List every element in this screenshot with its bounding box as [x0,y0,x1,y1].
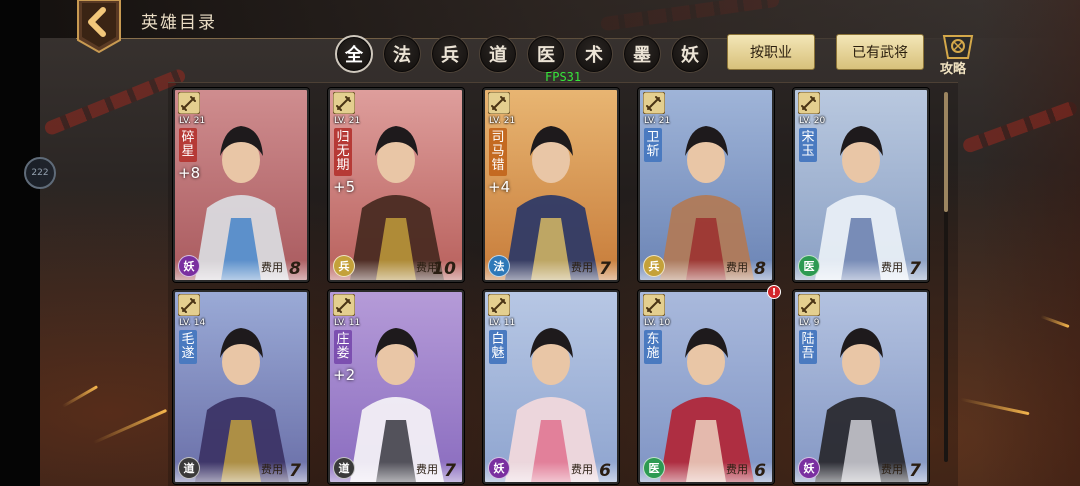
weapon-icon [333,294,355,316]
tab-mo[interactable]: 墨 [623,35,661,73]
faction-badge: 妖 [178,255,200,277]
back-arrow-icon [77,0,121,54]
floating-assist-bubble[interactable]: 222 [24,157,56,189]
cost-label: 费用 [416,463,438,476]
page-title: 英雄目录 [141,13,217,33]
cost-label: 费用 [881,261,903,274]
hero-cost: 7 [909,461,921,481]
left-safe-area [0,0,40,486]
hero-card[interactable]: LV. 21 碎星妖 费用 8 +8 [173,88,309,282]
ember-decoration [61,385,99,408]
tab-yi[interactable]: 医 [527,35,565,73]
cost-label: 费用 [261,261,283,274]
tab-yao[interactable]: 妖 [671,35,709,73]
hero-cost: 10 [432,259,456,279]
weapon-icon [333,92,355,114]
weapon-icon [643,92,665,114]
cost-label: 费用 [726,463,748,476]
hero-cost: 7 [444,461,456,481]
bubble-text: 222 [31,168,49,178]
hero-level: LV. 9 [799,318,820,328]
hero-card[interactable]: LV. 11 庄娄道 费用 7 +2 [328,290,464,484]
hero-name: 白魅 [489,330,507,364]
new-alert-badge: ! [767,285,781,299]
faction-badge: 医 [798,255,820,277]
tab-shu[interactable]: 术 [575,35,613,73]
hero-card[interactable]: LV. 21 归无期兵费用 10 +5 [328,88,464,282]
hero-name: 东施 [644,330,662,364]
hero-level: LV. 21 [644,116,671,126]
hero-cost: 6 [754,461,766,481]
ember-decoration [92,408,168,445]
owned-generals-button[interactable]: 已有武将 [836,34,924,70]
hero-card[interactable]: LV. 10 东施医 费用 6 [638,290,774,484]
faction-badge: 道 [333,457,355,479]
faction-badge: 法 [488,255,510,277]
hero-level: LV. 14 [179,318,206,328]
hero-level: LV. 10 [644,318,671,328]
cost-label: 费用 [726,261,748,274]
hero-cost: 8 [289,259,301,279]
hero-star-bonus: +5 [333,178,356,196]
hero-cost: 7 [289,461,301,481]
chain-decoration [42,67,188,137]
hero-level: LV. 20 [799,116,826,126]
hero-cost: 6 [599,461,611,481]
cost-label: 费用 [261,463,283,476]
weapon-icon [798,92,820,114]
faction-badge: 妖 [798,457,820,479]
hero-card[interactable]: LV. 9 陆吾妖 费用 7 [793,290,929,484]
hero-grid-scroll-thumb[interactable] [944,92,948,212]
cost-label: 费用 [571,463,593,476]
strategy-label: 攻略 [940,62,967,77]
hero-name: 卫斩 [644,128,662,162]
hero-name: 宋玉 [799,128,817,162]
sort-by-profession-button[interactable]: 按职业 [727,34,815,70]
weapon-icon [178,294,200,316]
hero-cost: 7 [909,259,921,279]
tab-all[interactable]: 全 [335,35,373,73]
hero-level: LV. 21 [334,116,361,126]
faction-badge: 兵 [643,255,665,277]
faction-badge: 道 [178,457,200,479]
hero-name: 碎星 [179,128,197,162]
tab-fa[interactable]: 法 [383,35,421,73]
weapon-icon [643,294,665,316]
faction-badge: 妖 [488,457,510,479]
hero-card[interactable]: LV. 20 宋玉医 费用 7 [793,88,929,282]
hero-card[interactable]: LV. 11 白魅妖 费用 6 [483,290,619,484]
cost-label: 费用 [881,463,903,476]
faction-badge: 医 [643,457,665,479]
right-backdrop [980,0,1080,486]
hero-card[interactable]: LV. 21 司马错法 费用 7 +4 [483,88,619,282]
hero-name: 庄娄 [334,330,352,364]
hero-star-bonus: +2 [333,366,356,384]
weapon-icon [798,294,820,316]
weapon-icon [488,92,510,114]
hero-level: LV. 21 [179,116,206,126]
hero-level: LV. 11 [489,318,516,328]
hero-name: 毛遂 [179,330,197,364]
tab-dao[interactable]: 道 [479,35,517,73]
cost-label: 费用 [571,261,593,274]
weapon-icon [488,294,510,316]
hero-cost: 8 [754,259,766,279]
weapon-icon [178,92,200,114]
hero-name: 归无期 [334,128,352,176]
hero-name: 陆吾 [799,330,817,364]
tab-bing[interactable]: 兵 [431,35,469,73]
hero-level: LV. 21 [489,116,516,126]
game-screen: 英雄目录 全 法 兵 道 医 术 墨 妖 按职业 已有武将 攻略 FPS31 2… [0,0,1080,486]
hero-name: 司马错 [489,128,507,176]
hero-card[interactable]: LV. 14 毛遂道 费用 7 [173,290,309,484]
hero-cost: 7 [599,259,611,279]
hero-star-bonus: +4 [488,178,511,196]
hero-star-bonus: +8 [178,164,201,182]
hero-level: LV. 11 [334,318,361,328]
faction-badge: 兵 [333,255,355,277]
hero-card[interactable]: LV. 21 卫斩兵 费用 8 [638,88,774,282]
back-button[interactable] [76,0,122,54]
